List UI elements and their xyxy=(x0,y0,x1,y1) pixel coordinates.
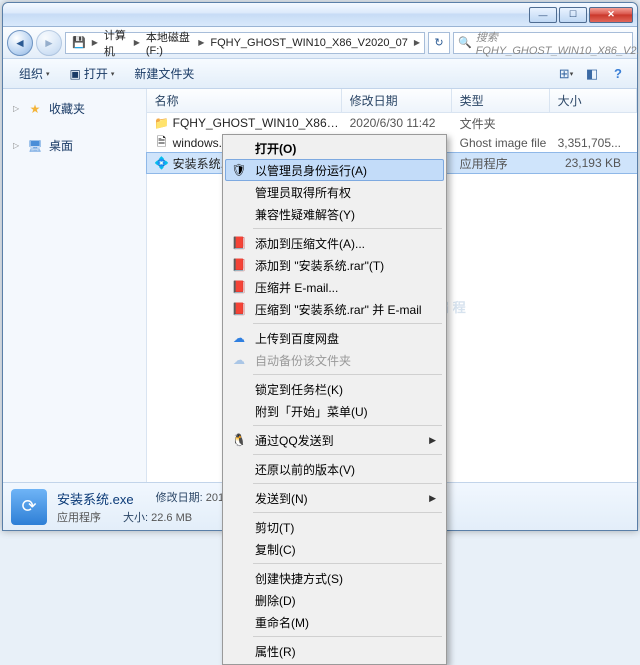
details-filename: 安装系统.exe xyxy=(57,489,134,508)
preview-pane-button[interactable]: ◧ xyxy=(581,64,603,84)
ctx-send-to[interactable]: 发送到(N)▶ xyxy=(225,487,444,509)
col-date[interactable]: 修改日期 xyxy=(342,89,452,112)
ctx-create-shortcut[interactable]: 创建快捷方式(S) xyxy=(225,567,444,589)
ctx-copy[interactable]: 复制(C) xyxy=(225,538,444,560)
ctx-auto-backup[interactable]: ☁自动备份该文件夹 xyxy=(225,349,444,371)
ctx-restore-prev[interactable]: 还原以前的版本(V) xyxy=(225,458,444,480)
ctx-admin-ownership[interactable]: 管理员取得所有权 xyxy=(225,181,444,203)
refresh-button[interactable]: ↻ xyxy=(428,32,450,54)
file-icon: 🗎 xyxy=(153,133,171,154)
ctx-zip-email[interactable]: 📕压缩并 E-mail... xyxy=(225,276,444,298)
file-name[interactable]: FQHY_GHOST_WIN10_X86_V2020_07 xyxy=(171,116,342,130)
archive-icon: 📕 xyxy=(231,301,247,317)
ctx-rename[interactable]: 重命名(M) xyxy=(225,611,444,633)
sidebar-item-label: 桌面 xyxy=(49,137,73,154)
chevron-right-icon: ▶ xyxy=(132,38,142,47)
search-placeholder: 搜索 FQHY_GHOST_WIN10_X86_V2... xyxy=(476,29,640,57)
archive-icon: 📕 xyxy=(231,279,247,295)
navbar: ◄ ► 💾 ▶ 计算机 ▶ 本地磁盘 (F:) ▶ FQHY_GHOST_WIN… xyxy=(3,27,637,59)
open-button[interactable]: ▣打开▾ xyxy=(62,62,123,85)
chevron-right-icon: ▶ xyxy=(196,38,206,47)
file-type: 应用程序 xyxy=(452,155,550,172)
sidebar: ▷ ★ 收藏夹 ▷ 🖥 桌面 xyxy=(3,89,147,482)
ctx-add-rar[interactable]: 📕添加到 "安装系统.rar"(T) xyxy=(225,254,444,276)
breadcrumb-drive-icon[interactable]: 💾 xyxy=(68,36,90,49)
breadcrumb-seg[interactable]: FQHY_GHOST_WIN10_X86_V2020_07 xyxy=(206,37,412,49)
sidebar-desktop[interactable]: ▷ 🖥 桌面 xyxy=(9,134,140,157)
ctx-delete[interactable]: 删除(D) xyxy=(225,589,444,611)
col-name[interactable]: 名称 xyxy=(147,89,342,112)
archive-icon: 📕 xyxy=(231,257,247,273)
ctx-run-as-admin[interactable]: 🛡以管理员身份运行(A) xyxy=(225,159,444,181)
separator xyxy=(253,425,442,426)
ctx-zip-rar-email[interactable]: 📕压缩到 "安装系统.rar" 并 E-mail xyxy=(225,298,444,320)
toolbar: 组织▾ ▣打开▾ 新建文件夹 ⊞▾ ◧ ? xyxy=(3,59,637,89)
nav-back-button[interactable]: ◄ xyxy=(7,30,33,56)
qq-icon: 🐧 xyxy=(231,432,247,448)
file-date: 2020/6/30 11:42 xyxy=(342,116,452,130)
chevron-right-icon: ▷ xyxy=(13,141,21,150)
separator xyxy=(253,374,442,375)
column-headers: 名称 修改日期 类型 大小 xyxy=(147,89,637,113)
view-mode-button[interactable]: ⊞▾ xyxy=(555,64,577,84)
context-menu: 打开(O) 🛡以管理员身份运行(A) 管理员取得所有权 兼容性疑难解答(Y) 📕… xyxy=(222,134,447,665)
ctx-upload-baidu[interactable]: ☁上传到百度网盘 xyxy=(225,327,444,349)
chevron-down-icon: ▾ xyxy=(111,70,115,78)
minimize-button[interactable]: — xyxy=(529,7,557,23)
help-button[interactable]: ? xyxy=(607,64,629,84)
chevron-right-icon: ▶ xyxy=(412,38,422,47)
details-app-icon: ⟳ xyxy=(11,489,47,525)
sidebar-item-label: 收藏夹 xyxy=(49,100,85,117)
chevron-right-icon: ▶ xyxy=(90,38,100,47)
breadcrumb[interactable]: 💾 ▶ 计算机 ▶ 本地磁盘 (F:) ▶ FQHY_GHOST_WIN10_X… xyxy=(65,32,425,54)
star-icon: ★ xyxy=(27,101,43,117)
details-size: 22.6 MB xyxy=(151,512,192,524)
col-type[interactable]: 类型 xyxy=(452,89,550,112)
separator xyxy=(253,636,442,637)
ctx-compat[interactable]: 兼容性疑难解答(Y) xyxy=(225,203,444,225)
chevron-down-icon: ▾ xyxy=(46,70,50,78)
chevron-right-icon: ▶ xyxy=(429,493,436,504)
desktop-icon: 🖥 xyxy=(27,138,43,154)
ctx-qq-send[interactable]: 🐧通过QQ发送到▶ xyxy=(225,429,444,451)
titlebar: — ☐ ✕ xyxy=(3,3,637,27)
cloud-icon: ☁ xyxy=(231,352,247,368)
separator xyxy=(253,483,442,484)
exe-icon: 💠 xyxy=(153,156,171,170)
search-icon: 🔍 xyxy=(458,36,472,49)
ctx-open[interactable]: 打开(O) xyxy=(225,137,444,159)
ctx-cut[interactable]: 剪切(T) xyxy=(225,516,444,538)
search-input[interactable]: 🔍 搜索 FQHY_GHOST_WIN10_X86_V2... xyxy=(453,32,633,54)
chevron-right-icon: ▶ xyxy=(429,435,436,446)
new-folder-button[interactable]: 新建文件夹 xyxy=(126,62,202,85)
sidebar-favorites[interactable]: ▷ ★ 收藏夹 xyxy=(9,97,140,120)
shield-icon: 🛡 xyxy=(231,162,247,178)
separator xyxy=(253,454,442,455)
file-type: Ghost image file xyxy=(452,136,550,150)
ctx-properties[interactable]: 属性(R) xyxy=(225,640,444,662)
ctx-pin-taskbar[interactable]: 锁定到任务栏(K) xyxy=(225,378,444,400)
chevron-right-icon: ▷ xyxy=(13,104,21,113)
col-size[interactable]: 大小 xyxy=(550,89,637,112)
ctx-pin-start[interactable]: 附到「开始」菜单(U) xyxy=(225,400,444,422)
separator xyxy=(253,228,442,229)
file-size: 3,351,705... xyxy=(550,136,637,150)
file-type: 文件夹 xyxy=(452,115,550,132)
separator xyxy=(253,323,442,324)
file-row[interactable]: 📁 FQHY_GHOST_WIN10_X86_V2020_07 2020/6/3… xyxy=(147,113,637,133)
details-filetype: 应用程序 xyxy=(57,509,101,525)
archive-icon: 📕 xyxy=(231,235,247,251)
organize-button[interactable]: 组织▾ xyxy=(11,62,58,85)
ctx-add-archive[interactable]: 📕添加到压缩文件(A)... xyxy=(225,232,444,254)
folder-icon: 📁 xyxy=(153,116,171,130)
nav-forward-button[interactable]: ► xyxy=(36,30,62,56)
close-button[interactable]: ✕ xyxy=(589,7,633,23)
separator xyxy=(253,512,442,513)
breadcrumb-seg[interactable]: 本地磁盘 (F:) xyxy=(142,29,196,57)
breadcrumb-seg[interactable]: 计算机 xyxy=(100,27,132,59)
separator xyxy=(253,563,442,564)
cloud-icon: ☁ xyxy=(231,330,247,346)
file-size: 23,193 KB xyxy=(550,156,637,170)
maximize-button[interactable]: ☐ xyxy=(559,7,587,23)
